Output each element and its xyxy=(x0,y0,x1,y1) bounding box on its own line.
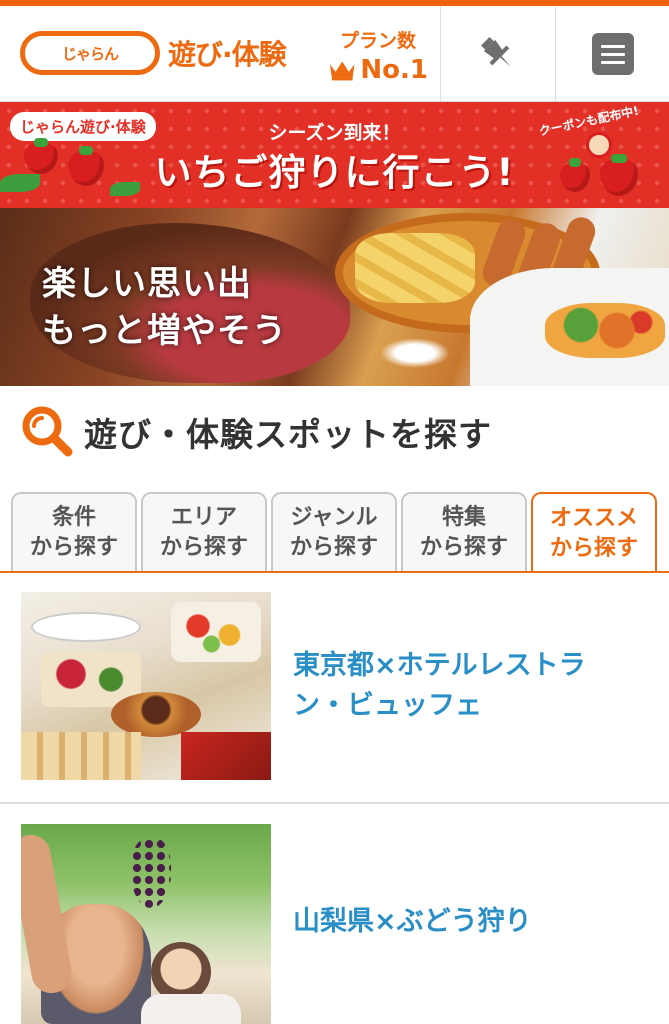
menu-button[interactable] xyxy=(555,6,669,102)
tabs-underline xyxy=(0,571,669,573)
item-thumbnail[interactable] xyxy=(21,824,271,1024)
tab-recommended[interactable]: オススメ から探す xyxy=(531,492,657,573)
tab-feature[interactable]: 特集 から探す xyxy=(401,492,527,572)
plan-count-label: プラン数 xyxy=(339,30,416,52)
hamburger-menu-icon xyxy=(591,33,634,75)
item-thumbnail[interactable] xyxy=(21,592,271,780)
logo-small-text: じゃらん xyxy=(61,44,119,63)
tab-genre[interactable]: ジャンル から探す xyxy=(271,492,397,572)
hero-image[interactable]: 楽しい思い出 もっと増やそう xyxy=(0,208,669,386)
plan-rank: No.1 xyxy=(360,55,428,85)
site-logo[interactable]: じゃらん 遊び·体験 xyxy=(20,28,287,78)
item-title[interactable]: 東京都×ホテルレストラン・ビュッフェ xyxy=(293,646,623,726)
logo-badge: じゃらん xyxy=(20,31,160,75)
section-title: 遊び・体験スポットを探す xyxy=(84,415,492,454)
tab-conditions[interactable]: 条件 から探す xyxy=(11,492,137,572)
list-item[interactable]: 東京都×ホテルレストラン・ビュッフェ xyxy=(0,592,669,804)
crown-icon xyxy=(329,61,355,81)
campaign-banner[interactable]: じゃらん遊び·体験 シーズン到来！ いちご狩りに行こう! クーポンも配布中! xyxy=(0,102,669,208)
search-icon xyxy=(22,406,73,457)
pin-button[interactable] xyxy=(440,6,554,102)
tab-area[interactable]: エリア から探す xyxy=(141,492,267,572)
search-tabs: 条件 から探す エリア から探す ジャンル から探す 特集 から探す オススメ … xyxy=(0,492,669,573)
plan-count-badge: プラン数 No.1 xyxy=(328,26,428,85)
pin-icon xyxy=(480,37,511,67)
hero-caption-line2: もっと増やそう xyxy=(42,311,287,351)
section-heading: 遊び・体験スポットを探す xyxy=(20,404,492,460)
mascot-icon xyxy=(586,132,612,158)
logo-main-text: 遊び·体験 xyxy=(168,38,287,71)
hero-caption-line1: 楽しい思い出 xyxy=(42,264,252,304)
list-item[interactable]: 山梨県×ぶどう狩り xyxy=(0,824,669,1024)
item-title[interactable]: 山梨県×ぶどう狩り xyxy=(293,902,623,942)
